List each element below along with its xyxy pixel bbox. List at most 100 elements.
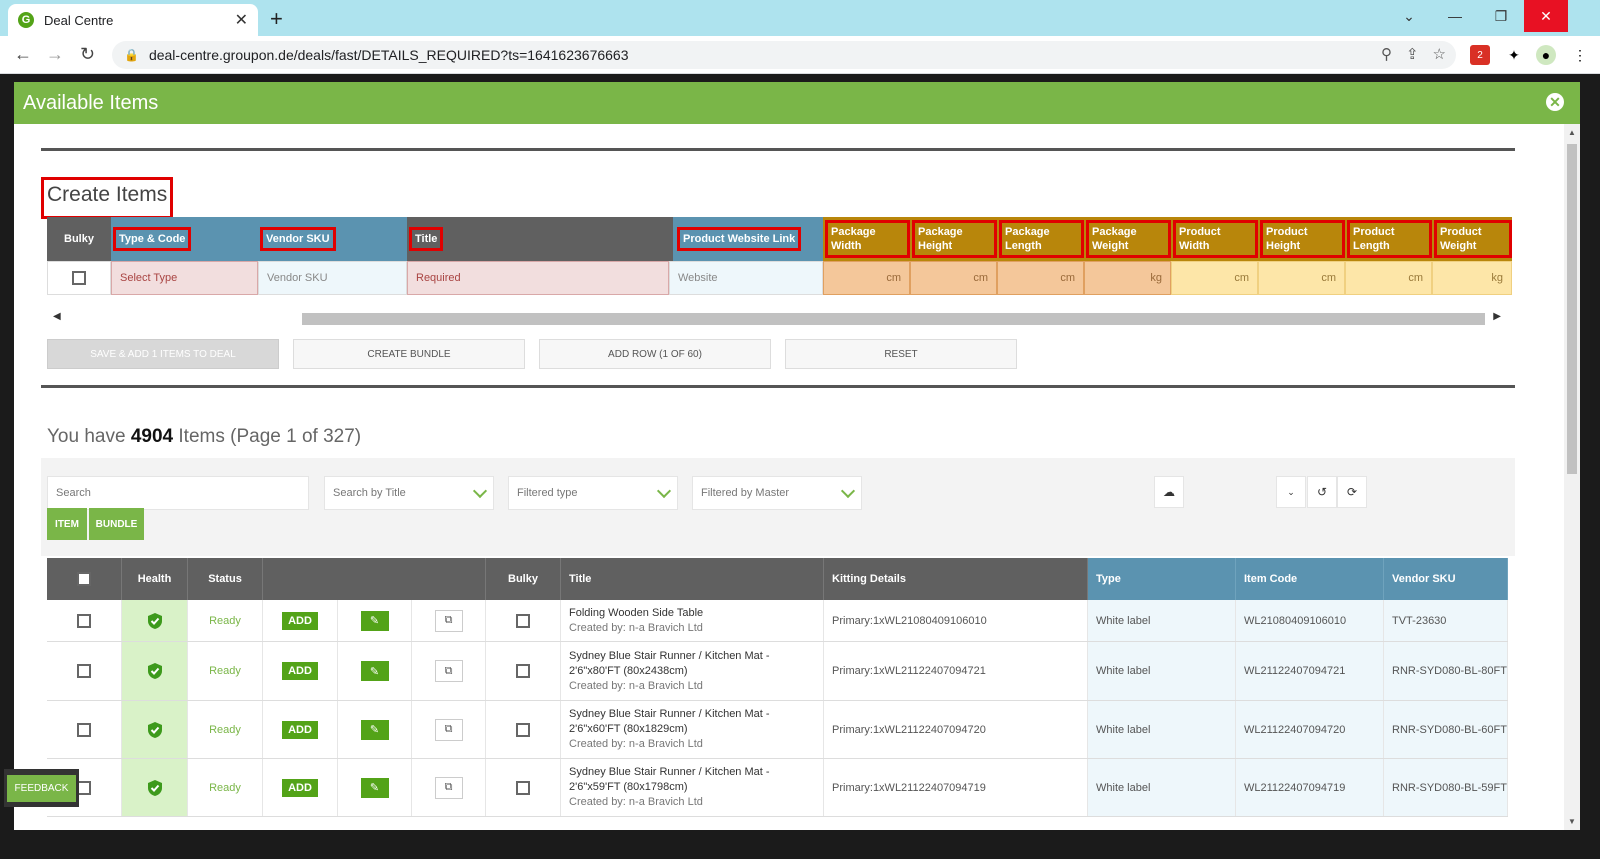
- scroll-down-icon[interactable]: ▼: [1568, 817, 1576, 826]
- copy-icon[interactable]: ⧉: [434, 718, 463, 741]
- chevron-down-icon: [840, 483, 856, 499]
- edit-cell: ✎: [338, 600, 412, 641]
- table-row[interactable]: Ready ADD ✎ ⧉ Folding Wooden Side Table C…: [47, 600, 1508, 642]
- modal-title: Available Items: [23, 91, 159, 114]
- item-filter-button[interactable]: ITEM: [47, 508, 87, 540]
- edit-icon[interactable]: ✎: [360, 777, 389, 798]
- chevron-down-icon: [472, 483, 488, 499]
- create-bundle-button[interactable]: CREATE BUNDLE: [293, 339, 525, 369]
- edit-icon[interactable]: ✎: [360, 610, 389, 631]
- select-all-checkbox[interactable]: [77, 572, 91, 586]
- th-vendor-sku: Vendor SKU: [1384, 558, 1508, 600]
- add-row-button[interactable]: ADD ROW (1 OF 60): [539, 339, 771, 369]
- bulky-checkbox[interactable]: [72, 271, 86, 285]
- vendor-sku-input[interactable]: Vendor SKU: [258, 261, 407, 295]
- undo-icon[interactable]: ↺: [1307, 476, 1337, 508]
- add-button[interactable]: ADD: [282, 662, 318, 680]
- edit-icon[interactable]: ✎: [360, 719, 389, 740]
- lock-icon: 🔒: [124, 48, 139, 62]
- package-weight-input[interactable]: kg: [1084, 261, 1171, 295]
- copy-icon[interactable]: ⧉: [434, 660, 463, 682]
- master-filter-select[interactable]: Filtered by Master: [692, 476, 862, 510]
- health-cell: [122, 759, 188, 816]
- col-vendor-sku: Vendor SKU: [258, 217, 407, 261]
- product-height-input[interactable]: cm: [1258, 261, 1345, 295]
- add-button[interactable]: ADD: [282, 720, 318, 739]
- product-width-input[interactable]: cm: [1171, 261, 1258, 295]
- search-input[interactable]: Search: [47, 476, 309, 510]
- omnibox[interactable]: 🔒 deal-centre.groupon.de/deals/fast/DETA…: [112, 41, 1456, 69]
- th-health: Health: [122, 558, 188, 600]
- vendor-sku-cell: RNR-SYD080-BL-59FT: [1384, 759, 1508, 816]
- edit-icon[interactable]: ✎: [360, 661, 389, 681]
- website-input[interactable]: Website: [669, 261, 823, 295]
- address-bar-row: ← → ↻ 🔒 deal-centre.groupon.de/deals/fas…: [0, 36, 1600, 74]
- reset-button[interactable]: RESET: [785, 339, 1017, 369]
- zoom-icon[interactable]: ⚲: [1381, 45, 1392, 63]
- row-checkbox[interactable]: [77, 722, 91, 737]
- product-length-input[interactable]: cm: [1345, 261, 1432, 295]
- table-row[interactable]: Ready ADD ✎ ⧉ Sydney Blue Stair Runner /…: [47, 701, 1508, 759]
- col-package-weight: Package Weight: [1084, 217, 1171, 261]
- feedback-button[interactable]: FEEDBACK: [6, 774, 77, 802]
- modal-scrollbar[interactable]: ▲ ▼: [1564, 124, 1580, 830]
- health-cell: [122, 701, 188, 758]
- restore-icon[interactable]: ❐: [1478, 0, 1524, 32]
- bulky-checkbox[interactable]: [516, 780, 530, 795]
- expand-icon[interactable]: ⌄: [1276, 476, 1306, 508]
- scroll-left-icon[interactable]: ◀: [53, 311, 61, 322]
- table-row[interactable]: Ready ADD ✎ ⧉ Sydney Blue Stair Runner /…: [47, 642, 1508, 701]
- tab-search-icon[interactable]: ⌄: [1386, 0, 1432, 32]
- download-icon[interactable]: ☁: [1154, 476, 1184, 508]
- bulky-checkbox[interactable]: [516, 722, 530, 737]
- product-weight-input[interactable]: kg: [1432, 261, 1512, 295]
- copy-icon[interactable]: ⧉: [434, 776, 463, 799]
- scroll-up-icon[interactable]: ▲: [1568, 128, 1576, 137]
- save-add-button[interactable]: SAVE & ADD 1 ITEMS TO DEAL: [47, 339, 279, 369]
- copy-icon[interactable]: ⧉: [434, 609, 463, 632]
- package-length-input[interactable]: cm: [997, 261, 1084, 295]
- bulky-checkbox[interactable]: [516, 664, 530, 678]
- bulky-checkbox[interactable]: [516, 613, 530, 628]
- share-icon[interactable]: ⇪: [1406, 45, 1419, 63]
- minimize-icon[interactable]: —: [1432, 0, 1478, 32]
- browser-menu-icon[interactable]: ⋮: [1570, 45, 1590, 65]
- add-cell: ADD: [263, 642, 338, 700]
- browser-tab[interactable]: G Deal Centre ✕: [8, 4, 258, 36]
- horizontal-scroll-thumb[interactable]: [302, 313, 1485, 325]
- new-tab-icon[interactable]: +: [270, 6, 283, 32]
- type-filter-select[interactable]: Filtered type: [508, 476, 678, 510]
- package-width-input[interactable]: cm: [823, 261, 910, 295]
- modal-close-icon[interactable]: ✕: [1546, 93, 1564, 111]
- type-select[interactable]: Select Type: [111, 261, 258, 295]
- package-height-input[interactable]: cm: [910, 261, 997, 295]
- add-button[interactable]: ADD: [282, 611, 318, 630]
- row-checkbox[interactable]: [77, 613, 91, 628]
- refresh-icon[interactable]: ⟳: [1337, 476, 1367, 508]
- extensions-puzzle-icon[interactable]: ✦: [1504, 45, 1524, 65]
- forward-icon[interactable]: →: [46, 44, 64, 65]
- table-row[interactable]: Ready ADD ✎ ⧉ Sydney Blue Stair Runner /…: [47, 759, 1508, 817]
- col-product-height: Product Height: [1258, 217, 1345, 261]
- th-title: Title: [561, 558, 824, 600]
- row-checkbox[interactable]: [77, 780, 91, 795]
- row-checkbox[interactable]: [77, 664, 91, 678]
- chevron-down-icon: [656, 483, 672, 499]
- create-actions: SAVE & ADD 1 ITEMS TO DEAL CREATE BUNDLE…: [47, 339, 1017, 369]
- title-input[interactable]: Required: [407, 261, 669, 295]
- add-button[interactable]: ADD: [282, 778, 318, 797]
- reload-icon[interactable]: ↻: [80, 44, 95, 65]
- search-by-select[interactable]: Search by Title: [324, 476, 494, 510]
- grid-horizontal-scrollbar[interactable]: ◀ ▶: [47, 311, 1507, 325]
- profile-avatar[interactable]: ●: [1536, 45, 1556, 65]
- bundle-filter-button[interactable]: BUNDLE: [89, 508, 144, 540]
- extension-badge-icon[interactable]: 2: [1470, 45, 1490, 65]
- back-icon[interactable]: ←: [14, 44, 32, 65]
- close-tab-icon[interactable]: ✕: [235, 10, 248, 30]
- add-cell: ADD: [263, 600, 338, 641]
- scroll-right-icon[interactable]: ▶: [1493, 311, 1501, 322]
- edit-cell: ✎: [338, 642, 412, 700]
- bookmark-star-icon[interactable]: ☆: [1433, 45, 1446, 63]
- window-close-icon[interactable]: ✕: [1524, 0, 1568, 32]
- scroll-thumb[interactable]: [1567, 144, 1577, 474]
